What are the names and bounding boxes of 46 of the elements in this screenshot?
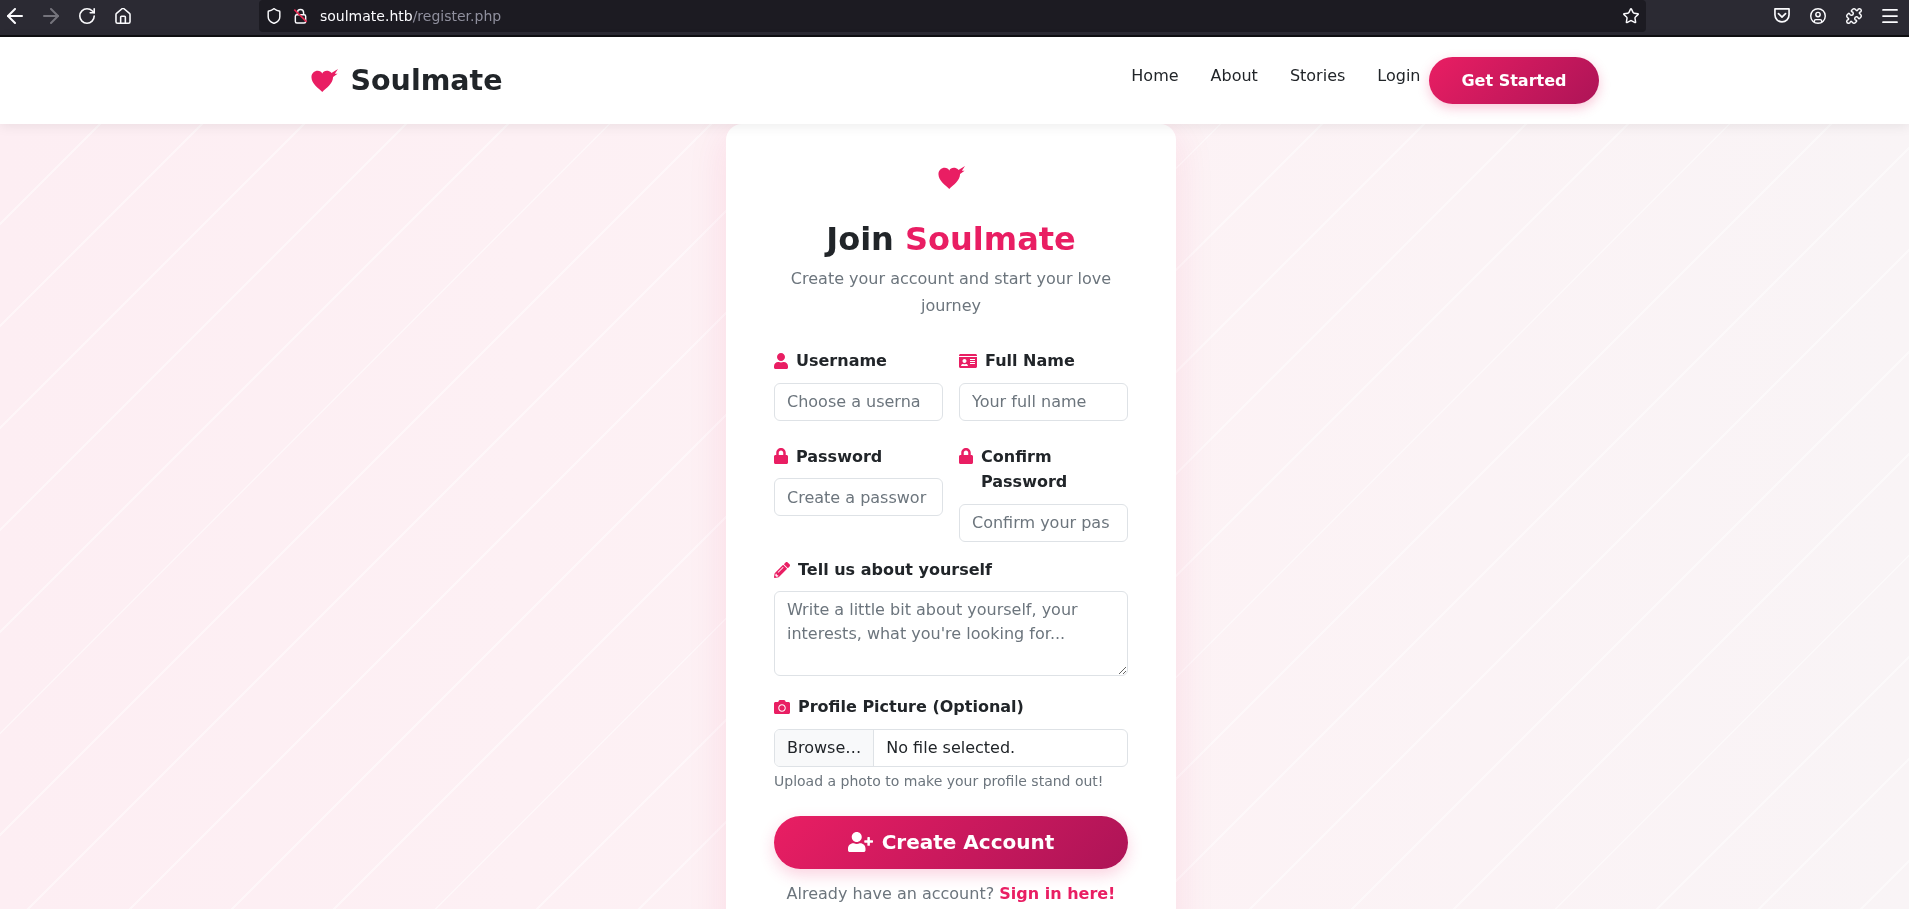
input-field[interactable]: Your full name	[959, 382, 1128, 421]
pencil-icon	[774, 561, 790, 578]
lock-icon	[959, 448, 973, 465]
heart-icon	[310, 69, 338, 92]
star-icon[interactable]	[1623, 8, 1639, 24]
field-label: Username	[796, 350, 887, 372]
field-label: Tell us about yourself	[798, 558, 993, 581]
input-field[interactable]: Choose a userna	[774, 382, 943, 421]
file-status-text: No file selected.	[886, 736, 1016, 759]
menu-icon[interactable]	[1882, 9, 1898, 23]
user-icon	[774, 352, 788, 369]
input-field[interactable]: Confirm your pas	[959, 503, 1128, 542]
shield-icon[interactable]	[267, 8, 281, 24]
user-plus-icon	[847, 832, 873, 853]
nav-link[interactable]: About	[1210, 64, 1258, 88]
signin-prompt: Already have an account? Sign in here!	[785, 882, 1117, 905]
field-label: Password	[796, 445, 883, 468]
field-label: Confirm Password	[981, 445, 1069, 494]
user-circle-icon[interactable]	[1810, 8, 1826, 24]
heart-icon	[937, 166, 965, 189]
chevron-pouch-icon[interactable]	[1774, 8, 1790, 24]
get-started-button[interactable]: Get Started	[1429, 57, 1599, 104]
subtitle-text: Create your account and start your love journey	[789, 268, 1113, 317]
textarea-field[interactable]: Write a little bit about yourself, your interests, what you're looking for...	[774, 591, 1128, 677]
lock-icon	[774, 448, 788, 465]
browse-button[interactable]: Browse…	[775, 729, 875, 766]
help-text: Upload a photo to make your profile stand out!	[774, 771, 1105, 791]
file-input-field[interactable]: Browse… No file selected.	[774, 728, 1128, 767]
field-label: Full Name	[985, 350, 1075, 372]
nav-link[interactable]: Login	[1377, 64, 1421, 88]
page-title: Join Soulmate	[823, 220, 1077, 258]
signin-link[interactable]: Sign in here!	[999, 883, 1116, 903]
puzzle-icon[interactable]	[1846, 8, 1862, 24]
id-card-icon	[959, 352, 977, 369]
house-icon[interactable]	[115, 8, 131, 24]
circular-arrow-icon[interactable]	[79, 8, 95, 24]
input-field[interactable]: Create a passwor	[774, 478, 943, 517]
brand-name[interactable]: Soulmate	[350, 63, 503, 98]
nav-link[interactable]: Stories	[1289, 64, 1346, 88]
url-field[interactable]: soulmate.htb/register.php	[259, 0, 1646, 32]
create-account-button[interactable]: Create Account	[774, 815, 1128, 869]
nav-link[interactable]: Home	[1131, 64, 1179, 88]
crossed-lock-icon[interactable]	[293, 8, 308, 24]
camera-icon	[774, 699, 790, 716]
field-label: Profile Picture (Optional)	[798, 696, 1024, 719]
url-text: soulmate.htb/register.php	[320, 8, 502, 24]
